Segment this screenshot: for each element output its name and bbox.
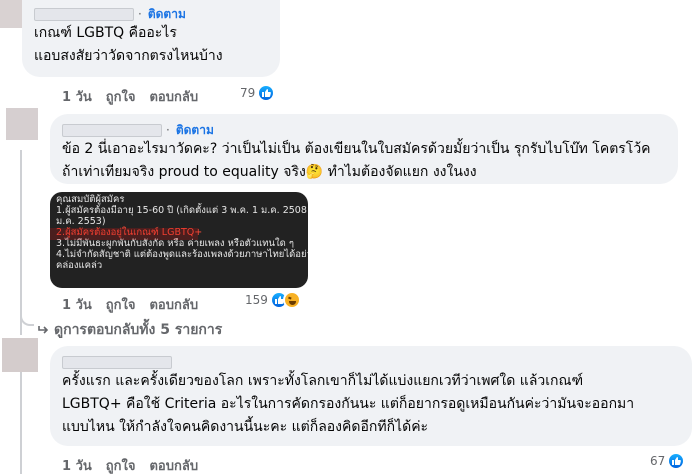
comment-text-line: แบบไหน ให้กำลังใจคนคิดงานนี้นะคะ แต่ก็ลอ… [62, 419, 429, 435]
comment-actions: 1 วัน ถูกใจ ตอบกลับ [62, 294, 212, 315]
image-text-line: 4.ไม่จำกัดสัญชาติ แต่ต้องพูดและร้องเพลงด… [56, 249, 308, 260]
image-text-line: 1.ผู้สมัครต้องมีอายุ 15-60 ปี (เกิดตั้งแ… [56, 205, 308, 216]
comment-header [62, 354, 680, 370]
like-button[interactable]: ถูกใจ [106, 86, 136, 107]
author-name-redacted[interactable] [62, 355, 172, 369]
separator-dot: · [138, 7, 142, 21]
comment-text-line: ครั้งแรก และครั้งเดียวของโลก เพราะทั้งโล… [62, 373, 584, 389]
image-highlight [50, 228, 198, 240]
thread-curve [20, 312, 34, 326]
avatar[interactable] [6, 108, 38, 140]
image-text-line: คุณสมบัติผู้สมัคร [56, 194, 125, 205]
comment-text-line: ถ้าเท่าเทียมจริง proud to equality จริง🤔… [62, 164, 477, 180]
reaction-count: 159 [245, 293, 268, 307]
reply-button[interactable]: ตอบกลับ [149, 455, 198, 474]
comment-text-line: LGBTQ+ คือใช้ Criteria อะไรในการคัดกรองก… [62, 396, 635, 412]
reaction-count: 79 [240, 86, 256, 100]
comment-bubble: · ติดตาม เกณฑ์ LGBTQ คืออะไร แอบสงสัยว่า… [22, 0, 280, 77]
reaction-summary[interactable]: 67 [650, 452, 686, 470]
author-name-redacted[interactable] [62, 123, 162, 137]
comment-header: · ติดตาม [34, 6, 268, 22]
separator-dot: · [166, 123, 170, 137]
comment-text-line: ข้อ 2 นี่เอาอะไรมาวัดคะ? ว่าเป็นไม่เป็น … [62, 141, 651, 157]
like-button[interactable]: ถูกใจ [106, 294, 136, 315]
reaction-summary[interactable]: 159 [245, 291, 301, 309]
author-name-redacted[interactable] [34, 7, 134, 21]
comment-actions: 1 วัน ถูกใจ ตอบกลับ [62, 455, 212, 474]
timestamp-link[interactable]: 1 วัน [62, 455, 92, 474]
comment-text-line: เกณฑ์ LGBTQ คืออะไร [34, 25, 177, 41]
thread-line [20, 372, 22, 474]
view-replies-label: ดูการตอบกลับทั้ง 5 รายการ [54, 322, 223, 338]
haha-reaction-icon [282, 291, 301, 309]
comment-text-line: แอบสงสัยว่าวัดจากตรงไหนบ้าง [34, 48, 223, 64]
reply-button[interactable]: ตอบกลับ [149, 294, 198, 315]
reply-button[interactable]: ตอบกลับ [149, 86, 198, 107]
image-text-line: คล่องแคล่ว [56, 260, 103, 271]
comment-actions: 1 วัน ถูกใจ ตอบกลับ [62, 86, 212, 107]
comment-bubble: ครั้งแรก และครั้งเดียวของโลก เพราะทั้งโล… [50, 346, 692, 446]
image-text-line: ม.ค. 2553) [56, 216, 106, 227]
avatar[interactable] [2, 338, 38, 372]
follow-link[interactable]: ติดตาม [148, 5, 186, 24]
follow-link[interactable]: ติดตาม [176, 121, 214, 140]
comment-header: · ติดตาม [62, 122, 666, 138]
reaction-summary[interactable]: 79 [240, 84, 276, 102]
like-button[interactable]: ถูกใจ [106, 455, 136, 474]
timestamp-link[interactable]: 1 วัน [62, 294, 92, 315]
comment-image[interactable]: คุณสมบัติผู้สมัคร 1.ผู้สมัครต้องมีอายุ 1… [50, 192, 308, 288]
like-reaction-icon [257, 84, 276, 102]
thread-line [20, 150, 22, 335]
reply-arrow-icon [38, 326, 49, 334]
timestamp-link[interactable]: 1 วัน [62, 86, 92, 107]
reaction-count: 67 [650, 454, 666, 468]
comment-bubble: · ติดตาม ข้อ 2 นี่เอาอะไรมาวัดคะ? ว่าเป็… [50, 114, 678, 184]
view-replies-link[interactable]: ดูการตอบกลับทั้ง 5 รายการ [38, 319, 222, 341]
like-reaction-icon [667, 452, 686, 470]
